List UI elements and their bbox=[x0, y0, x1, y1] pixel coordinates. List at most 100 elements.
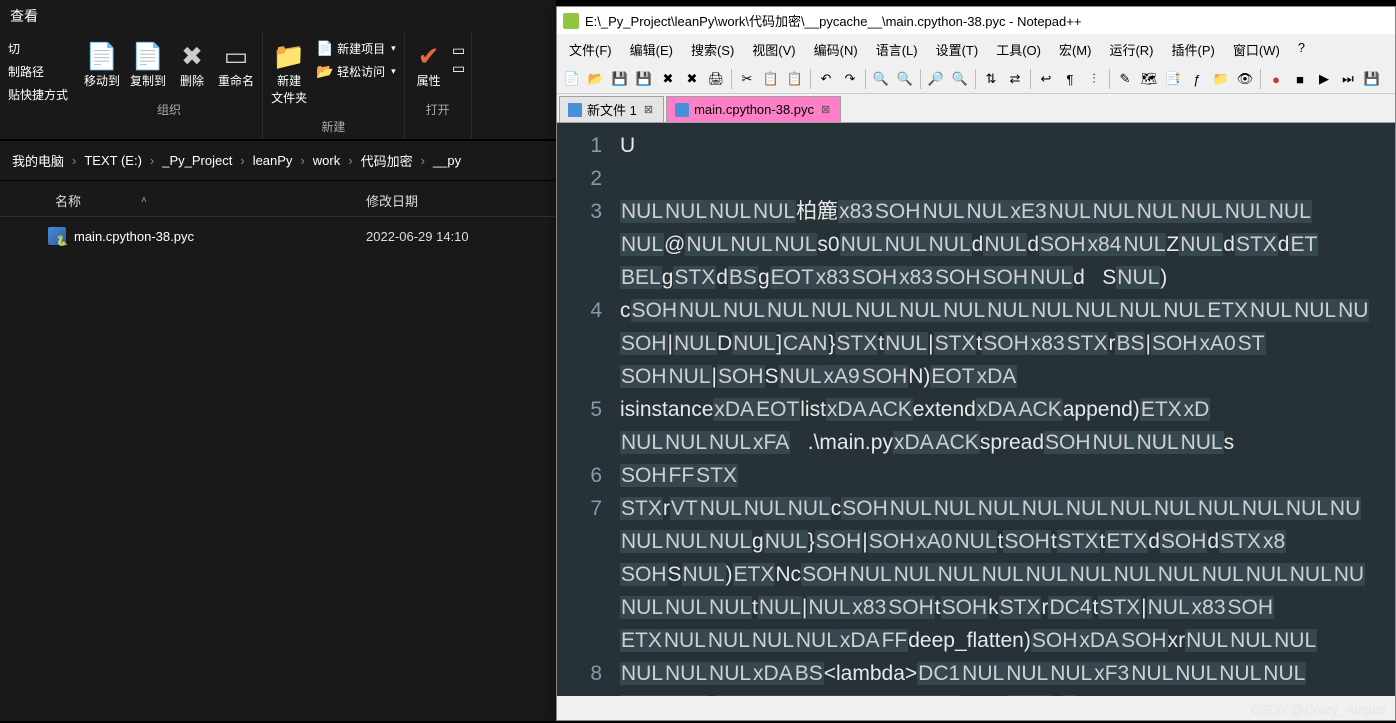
close-icon[interactable]: ⊠ bbox=[642, 103, 655, 116]
menu-edit[interactable]: 编辑(E) bbox=[622, 36, 681, 63]
open-icon[interactable]: ▭ bbox=[451, 42, 467, 58]
play-multi-button[interactable]: ⏭ bbox=[1337, 68, 1359, 90]
delete-button[interactable]: ✖ 删除 bbox=[172, 36, 212, 93]
menu-macro[interactable]: 宏(M) bbox=[1051, 36, 1100, 63]
file-explorer: 查看 切 制路径 贴快捷方式 📄 移动到 📄 复制到 ✖ bbox=[0, 0, 556, 721]
tab-new-file[interactable]: 新文件 1 ⊠ bbox=[559, 96, 664, 122]
paste-button[interactable]: 📋 bbox=[784, 68, 806, 90]
show-all-button[interactable]: ¶ bbox=[1059, 68, 1081, 90]
new-file-button[interactable]: 📄 bbox=[561, 68, 583, 90]
menu-help[interactable]: ? bbox=[1290, 36, 1313, 63]
line-gutter: 12345678 bbox=[557, 123, 612, 696]
file-row[interactable]: main.cpython-38.pyc 2022-06-29 14:10 bbox=[0, 217, 556, 255]
replace-button[interactable]: 🔍 bbox=[894, 68, 916, 90]
menu-file[interactable]: 文件(F) bbox=[561, 36, 620, 63]
rename-button[interactable]: ▭ 重命名 bbox=[214, 36, 258, 93]
close-button[interactable]: ✖ bbox=[657, 68, 679, 90]
monitor-button[interactable]: 👁 bbox=[1234, 68, 1256, 90]
check-icon: ✔ bbox=[413, 40, 445, 72]
breadcrumb-item[interactable]: TEXT (E:) bbox=[80, 151, 146, 170]
editor[interactable]: 12345678 UNULNULNULNUL柏簏x83SOHNULNULxE3N… bbox=[557, 123, 1395, 696]
print-button[interactable]: 🖨 bbox=[705, 68, 727, 90]
sync-h-button[interactable]: ⇄ bbox=[1004, 68, 1026, 90]
close-all-button[interactable]: ✖ bbox=[681, 68, 703, 90]
sync-v-button[interactable]: ⇅ bbox=[980, 68, 1002, 90]
rename-icon: ▭ bbox=[220, 40, 252, 72]
code-area[interactable]: UNULNULNULNUL柏簏x83SOHNULNULxE3NULNULNULN… bbox=[612, 123, 1395, 696]
file-icon bbox=[675, 103, 689, 117]
wrap-button[interactable]: ↩ bbox=[1035, 68, 1057, 90]
menu-tools[interactable]: 工具(O) bbox=[988, 36, 1049, 63]
save-macro-button[interactable]: 💾 bbox=[1361, 68, 1383, 90]
window-title: E:\_Py_Project\leanPy\work\代码加密\__pycach… bbox=[585, 11, 1081, 30]
zoom-out-button[interactable]: 🔍 bbox=[949, 68, 971, 90]
copy-to-button[interactable]: 📄 复制到 bbox=[126, 36, 170, 93]
file-icon bbox=[568, 103, 582, 117]
breadcrumb[interactable]: 我的电脑› TEXT (E:)› _Py_Project› leanPy› wo… bbox=[0, 140, 556, 181]
indent-guide-button[interactable]: ⫶ bbox=[1083, 68, 1105, 90]
cut-button[interactable]: ✂ bbox=[736, 68, 758, 90]
doc-list-button[interactable]: 📑 bbox=[1162, 68, 1184, 90]
properties-button[interactable]: ✔ 属性 bbox=[409, 36, 449, 93]
udl-button[interactable]: ✎ bbox=[1114, 68, 1136, 90]
paste-shortcut-button[interactable]: 贴快捷方式 bbox=[4, 84, 72, 105]
group-label-new: 新建 bbox=[321, 118, 345, 137]
undo-button[interactable]: ↶ bbox=[815, 68, 837, 90]
group-label-open: 打开 bbox=[426, 101, 450, 120]
find-button[interactable]: 🔍 bbox=[870, 68, 892, 90]
file-date: 2022-06-29 14:10 bbox=[366, 229, 556, 244]
menu-search[interactable]: 搜索(S) bbox=[683, 36, 742, 63]
watermark: CSDN @Crazy_August bbox=[1251, 702, 1386, 717]
toolbar: 📄 📂 💾 💾 ✖ ✖ 🖨 ✂ 📋 📋 ↶ ↷ 🔍 🔍 🔎 🔍 ⇅ ⇄ ↩ ¶ … bbox=[557, 65, 1395, 94]
copy-icon: 📄 bbox=[132, 40, 164, 72]
copy-path-button[interactable]: 制路径 bbox=[4, 61, 72, 82]
python-file-icon bbox=[48, 227, 66, 245]
func-list-button[interactable]: ƒ bbox=[1186, 68, 1208, 90]
new-folder-button[interactable]: 📁 新建 文件夹 bbox=[267, 36, 311, 110]
ribbon: 切 制路径 贴快捷方式 📄 移动到 📄 复制到 ✖ 删除 bbox=[0, 32, 556, 140]
delete-icon: ✖ bbox=[176, 40, 208, 72]
breadcrumb-item[interactable]: 代码加密 bbox=[357, 149, 417, 172]
breadcrumb-item[interactable]: 我的电脑 bbox=[8, 149, 68, 172]
column-date[interactable]: 修改日期 bbox=[366, 191, 556, 210]
cut-button[interactable]: 切 bbox=[4, 38, 72, 59]
move-to-button[interactable]: 📄 移动到 bbox=[80, 36, 124, 93]
menu-plugins[interactable]: 插件(P) bbox=[1164, 36, 1223, 63]
menu-run[interactable]: 运行(R) bbox=[1101, 36, 1161, 63]
save-button[interactable]: 💾 bbox=[609, 68, 631, 90]
new-item-button[interactable]: 📄 新建项目▾ bbox=[313, 38, 400, 59]
menubar: 文件(F) 编辑(E) 搜索(S) 视图(V) 编码(N) 语言(L) 设置(T… bbox=[557, 34, 1395, 65]
notepad-icon bbox=[563, 13, 579, 29]
move-icon: 📄 bbox=[86, 40, 118, 72]
record-button[interactable]: ● bbox=[1265, 68, 1287, 90]
menu-window[interactable]: 窗口(W) bbox=[1225, 36, 1288, 63]
column-name[interactable]: 名称 ˄ bbox=[0, 191, 366, 210]
window-titlebar: E:\_Py_Project\leanPy\work\代码加密\__pycach… bbox=[557, 7, 1395, 34]
list-header: 名称 ˄ 修改日期 bbox=[0, 181, 556, 217]
breadcrumb-item[interactable]: work bbox=[309, 151, 344, 170]
redo-button[interactable]: ↷ bbox=[839, 68, 861, 90]
menu-view[interactable]: 视图(V) bbox=[744, 36, 803, 63]
tab-main-pyc[interactable]: main.cpython-38.pyc ⊠ bbox=[666, 96, 841, 122]
breadcrumb-item[interactable]: __py bbox=[429, 151, 465, 170]
doc-map-button[interactable]: 🗺 bbox=[1138, 68, 1160, 90]
close-icon[interactable]: ⊠ bbox=[819, 103, 832, 116]
save-all-button[interactable]: 💾 bbox=[633, 68, 655, 90]
breadcrumb-item[interactable]: leanPy bbox=[249, 151, 297, 170]
edit-icon[interactable]: ▭ bbox=[451, 60, 467, 76]
new-item-icon: 📄 bbox=[317, 41, 333, 57]
play-button[interactable]: ▶ bbox=[1313, 68, 1335, 90]
copy-button[interactable]: 📋 bbox=[760, 68, 782, 90]
stop-button[interactable]: ■ bbox=[1289, 68, 1311, 90]
group-label-organize: 组织 bbox=[157, 101, 181, 120]
ribbon-tab-view[interactable]: 查看 bbox=[0, 0, 556, 32]
open-file-button[interactable]: 📂 bbox=[585, 68, 607, 90]
zoom-in-button[interactable]: 🔎 bbox=[925, 68, 947, 90]
folder-icon: 📁 bbox=[273, 40, 305, 72]
menu-settings[interactable]: 设置(T) bbox=[928, 36, 987, 63]
menu-encoding[interactable]: 编码(N) bbox=[806, 36, 866, 63]
folder-ws-button[interactable]: 📁 bbox=[1210, 68, 1232, 90]
menu-language[interactable]: 语言(L) bbox=[868, 36, 926, 63]
easy-access-button[interactable]: 📂 轻松访问▾ bbox=[313, 61, 400, 82]
breadcrumb-item[interactable]: _Py_Project bbox=[158, 151, 236, 170]
